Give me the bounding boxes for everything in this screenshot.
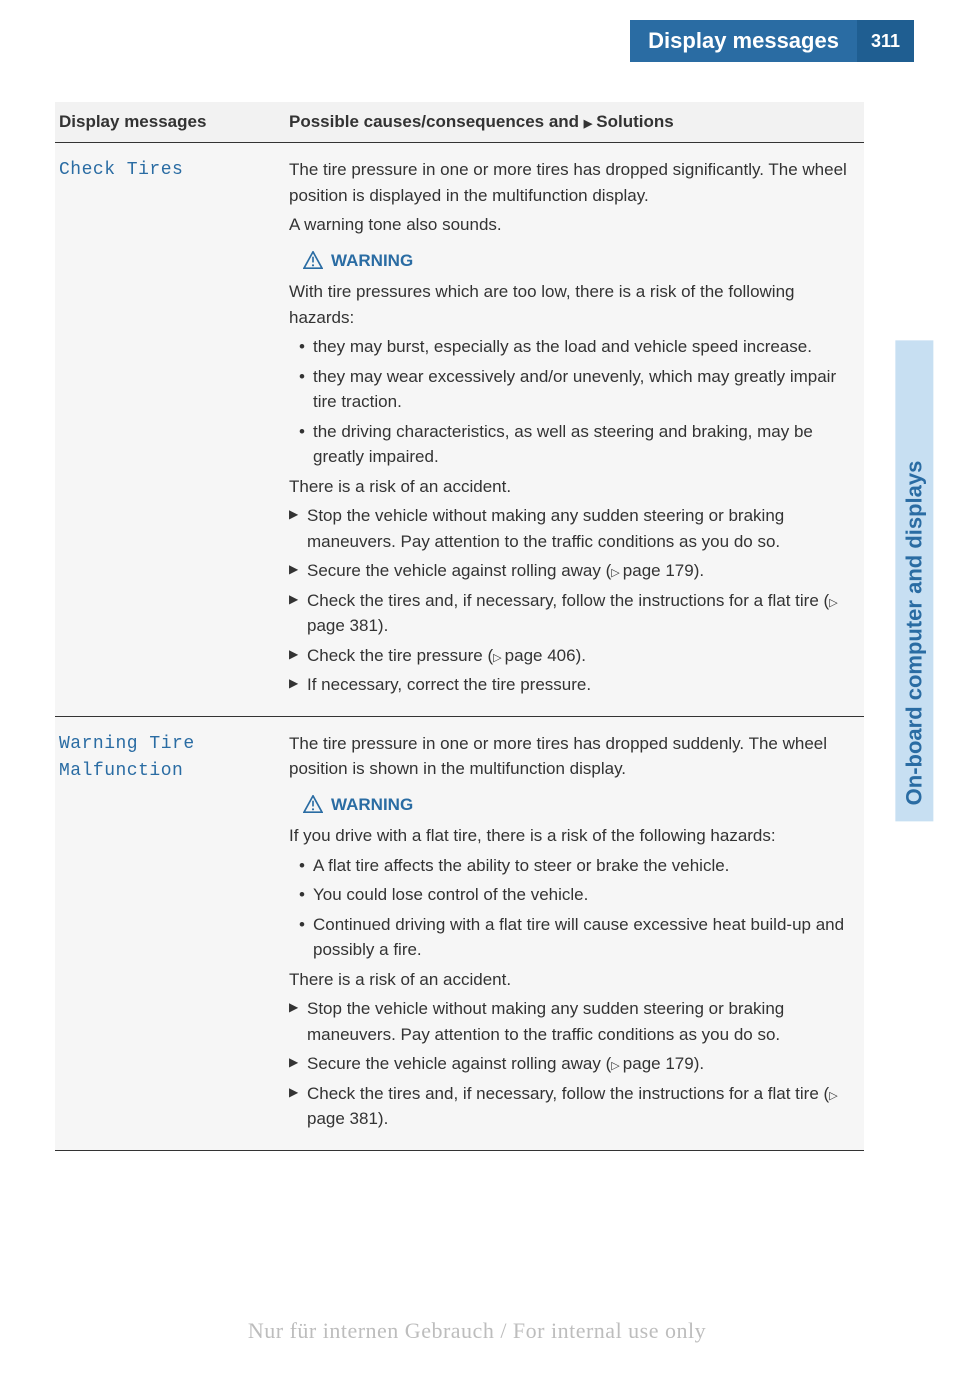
action-text: Secure the vehicle against rolling away … <box>307 561 611 580</box>
action-item: Secure the vehicle against rolling away … <box>289 558 856 584</box>
list-item: they may burst, especially as the load a… <box>299 334 856 360</box>
list-item: You could lose control of the vehicle. <box>299 882 856 908</box>
column-header-solutions-prefix: Possible causes/consequences and <box>289 112 584 131</box>
action-tail: ). <box>694 561 704 580</box>
page-reference: page 406 <box>493 646 575 665</box>
warning-heading: WARNING <box>303 792 856 818</box>
action-text: Secure the vehicle against rolling away … <box>307 1054 611 1073</box>
display-message-cell: Warning Tire Malfunction <box>55 716 285 1150</box>
risk-text: There is a risk of an accident. <box>289 474 856 500</box>
list-item: the driving characteristics, as well as … <box>299 419 856 470</box>
action-item: Check the tire pressure (page 406). <box>289 643 856 669</box>
display-message-cell: Check Tires <box>55 143 285 717</box>
column-header-messages: Display messages <box>55 102 285 143</box>
column-header-solutions: Possible causes/consequences and Solutio… <box>285 102 864 143</box>
action-item: Check the tires and, if necessary, follo… <box>289 588 856 639</box>
list-item: they may wear excessively and/or unevenl… <box>299 364 856 415</box>
action-item: Secure the vehicle against rolling away … <box>289 1051 856 1077</box>
solution-cell: The tire pressure in one or more tires h… <box>285 716 864 1150</box>
warning-intro: With tire pressures which are too low, t… <box>289 279 856 330</box>
page-reference: page 179 <box>611 1054 693 1073</box>
action-tail: ). <box>378 1109 388 1128</box>
solution-cell: The tire pressure in one or more tires h… <box>285 143 864 717</box>
messages-table: Display messages Possible causes/consequ… <box>55 102 864 1151</box>
action-text: Check the tires and, if necessary, follo… <box>307 1084 829 1103</box>
warning-label: WARNING <box>331 248 413 274</box>
action-item: Check the tires and, if necessary, follo… <box>289 1081 856 1132</box>
action-item: Stop the vehicle without making any sudd… <box>289 503 856 554</box>
column-header-solutions-suffix: Solutions <box>596 112 673 131</box>
risk-text: There is a risk of an accident. <box>289 967 856 993</box>
hazard-list: A flat tire affects the ability to steer… <box>299 853 856 963</box>
section-tab-label: On-board computer and displays <box>895 341 933 822</box>
table-row: Warning Tire Malfunction The tire pressu… <box>55 716 864 1150</box>
action-tail: ). <box>694 1054 704 1073</box>
table-row: Check Tires The tire pressure in one or … <box>55 143 864 717</box>
warning-triangle-icon <box>303 795 323 813</box>
list-item: Continued driving with a flat tire will … <box>299 912 856 963</box>
action-item: Stop the vehicle without making any sudd… <box>289 996 856 1047</box>
page-number: 311 <box>857 20 914 62</box>
intro-text: The tire pressure in one or more tires h… <box>289 731 856 782</box>
footer-watermark: Nur für internen Gebrauch / For internal… <box>0 1318 954 1344</box>
action-item: If necessary, correct the tire pressure. <box>289 672 856 698</box>
warning-heading: WARNING <box>303 248 856 274</box>
warning-intro: If you drive with a flat tire, there is … <box>289 823 856 849</box>
intro-text: A warning tone also sounds. <box>289 212 856 238</box>
action-text: Check the tire pressure ( <box>307 646 493 665</box>
content-area: Display messages Possible causes/consequ… <box>55 102 864 1151</box>
page-title: Display messages <box>630 20 857 62</box>
page-reference: page 179 <box>611 561 693 580</box>
hazard-list: they may burst, especially as the load a… <box>299 334 856 470</box>
action-tail: ). <box>378 616 388 635</box>
section-tab: On-board computer and displays <box>894 110 934 600</box>
action-tail: ). <box>576 646 586 665</box>
list-item: A flat tire affects the ability to steer… <box>299 853 856 879</box>
arrow-icon <box>584 112 596 131</box>
warning-triangle-icon <box>303 251 323 269</box>
intro-text: The tire pressure in one or more tires h… <box>289 157 856 208</box>
warning-label: WARNING <box>331 792 413 818</box>
page-header: Display messages 311 <box>0 20 954 62</box>
action-text: Check the tires and, if necessary, follo… <box>307 591 829 610</box>
